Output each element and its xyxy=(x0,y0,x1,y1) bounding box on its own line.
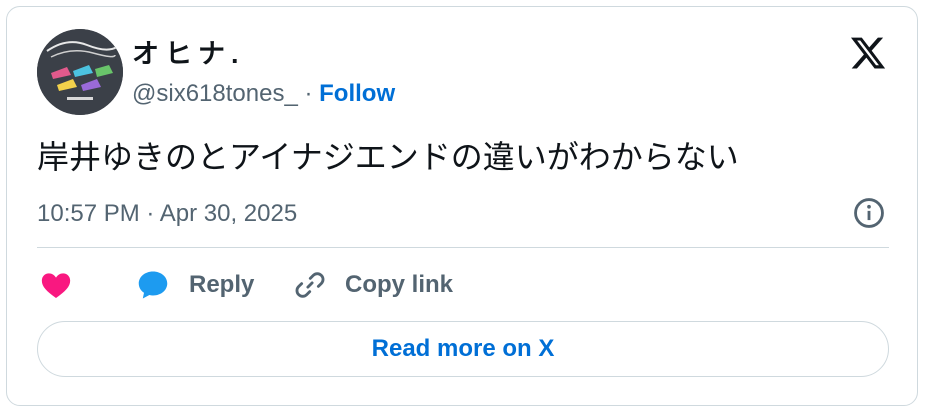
tweet-text: 岸井ゆきのとアイナジエンドの違いがわからない xyxy=(37,139,739,175)
avatar[interactable] xyxy=(37,29,123,115)
divider xyxy=(37,247,889,248)
info-icon[interactable] xyxy=(852,196,886,230)
copy-link-icon xyxy=(295,272,325,298)
copy-link-label: Copy link xyxy=(345,271,454,298)
read-more-button[interactable]: Read more on X xyxy=(37,321,889,377)
follow-link[interactable]: Follow xyxy=(319,80,395,107)
tweet-timestamp[interactable]: 10:57 PM · Apr 30, 2025 xyxy=(37,198,297,230)
copy-link-button[interactable]: Copy link xyxy=(293,265,453,305)
handle-separator: · xyxy=(297,80,320,107)
x-logo-icon[interactable] xyxy=(849,34,887,72)
tweet-embed-card: オヒナ. @six618tones_ · Follow 岸井ゆきのとアイナジエン… xyxy=(6,6,918,406)
like-button[interactable] xyxy=(39,265,73,305)
author-handle[interactable]: @six618tones_ xyxy=(132,80,298,107)
reply-bubble-icon xyxy=(138,271,168,299)
avatar-image xyxy=(37,29,123,115)
reply-button[interactable]: Reply xyxy=(135,265,254,305)
author-handle-row: @six618tones_ · Follow xyxy=(132,79,395,109)
heart-icon xyxy=(41,273,71,299)
reply-label: Reply xyxy=(189,271,255,298)
author-display-name[interactable]: オヒナ. xyxy=(132,38,245,70)
